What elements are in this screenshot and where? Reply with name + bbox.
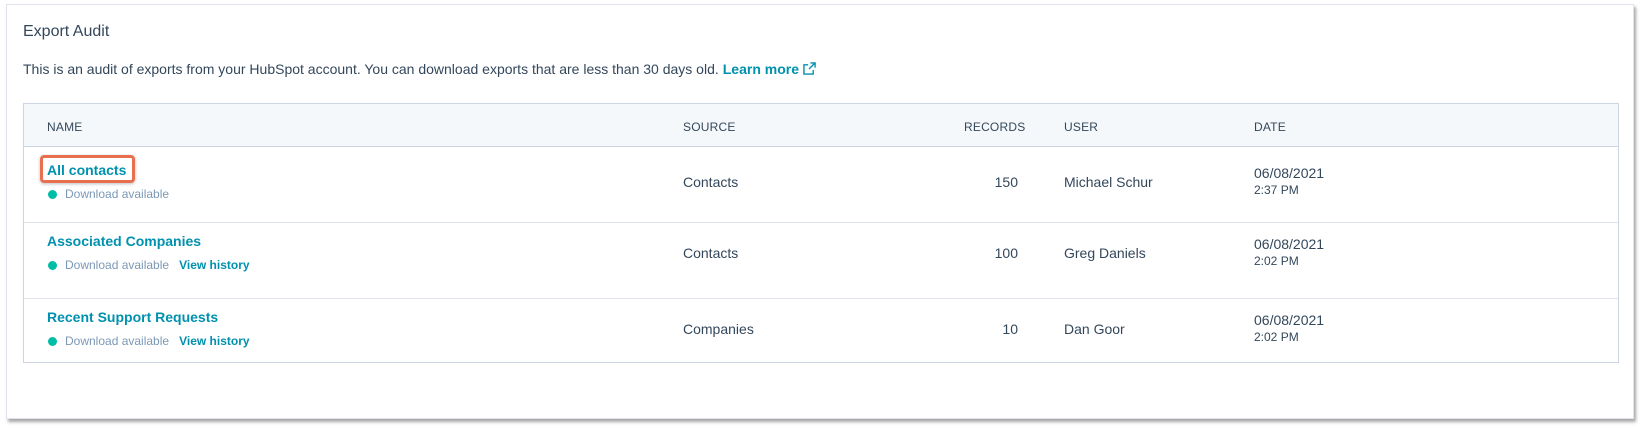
header-name[interactable]: NAME [47, 120, 82, 134]
user-cell: Dan Goor [1064, 321, 1125, 337]
source-cell: Contacts [683, 174, 739, 190]
status-dot-icon [48, 260, 57, 270]
user-cell: Michael Schur [1064, 174, 1153, 190]
date-value: 06/08/2021 [1254, 312, 1325, 328]
header-date[interactable]: DATE [1254, 120, 1286, 134]
export-name-link[interactable]: Associated Companies [47, 233, 201, 249]
external-link-icon [803, 62, 816, 75]
header-source[interactable]: SOURCE [683, 120, 736, 134]
description-text: This is an audit of exports from your Hu… [23, 61, 719, 77]
table-row: All contacts Download available Contacts… [24, 147, 1618, 223]
records-cell: 150 [994, 174, 1018, 190]
status-dot-icon [48, 336, 57, 346]
table-row: Recent Support Requests Download availab… [24, 299, 1618, 374]
export-name-link[interactable]: All contacts [47, 162, 126, 178]
section-title: Export Audit [23, 23, 110, 40]
status-dot-icon [48, 189, 57, 199]
date-cell: 06/08/2021 2:02 PM [1254, 236, 1324, 268]
view-history-link[interactable]: View history [179, 334, 249, 348]
header-user[interactable]: USER [1064, 120, 1098, 134]
date-value: 06/08/2021 [1254, 236, 1325, 252]
learn-more-link[interactable]: Learn more [723, 61, 816, 77]
user-cell: Greg Daniels [1064, 245, 1146, 261]
export-table: NAME SOURCE RECORDS USER DATE All contac… [23, 103, 1619, 363]
time-value: 2:37 PM [1254, 183, 1299, 197]
source-cell: Contacts [683, 245, 739, 261]
date-value: 06/08/2021 [1254, 165, 1325, 181]
status-text: Download available [65, 334, 170, 348]
status-text: Download available [65, 187, 170, 201]
view-history-link[interactable]: View history [179, 258, 249, 272]
date-cell: 06/08/2021 2:37 PM [1254, 165, 1324, 197]
header-records[interactable]: RECORDS [964, 120, 1025, 134]
export-name-link[interactable]: Recent Support Requests [47, 309, 218, 325]
time-value: 2:02 PM [1254, 254, 1299, 268]
learn-more-label: Learn more [722, 61, 799, 77]
table-row: Associated Companies Download available … [24, 223, 1618, 299]
records-cell: 100 [994, 245, 1018, 261]
table-header: NAME SOURCE RECORDS USER DATE [24, 104, 1618, 147]
source-cell: Companies [683, 321, 754, 337]
time-value: 2:02 PM [1254, 330, 1299, 344]
section-description: This is an audit of exports from your Hu… [23, 61, 816, 77]
records-cell: 10 [1002, 321, 1018, 337]
export-audit-panel: Export Audit This is an audit of exports… [6, 4, 1634, 419]
status-text: Download available [65, 258, 170, 272]
status-line: Download available View history [48, 334, 250, 348]
status-line: Download available [48, 187, 169, 201]
date-cell: 06/08/2021 2:02 PM [1254, 312, 1324, 344]
status-line: Download available View history [48, 258, 250, 272]
